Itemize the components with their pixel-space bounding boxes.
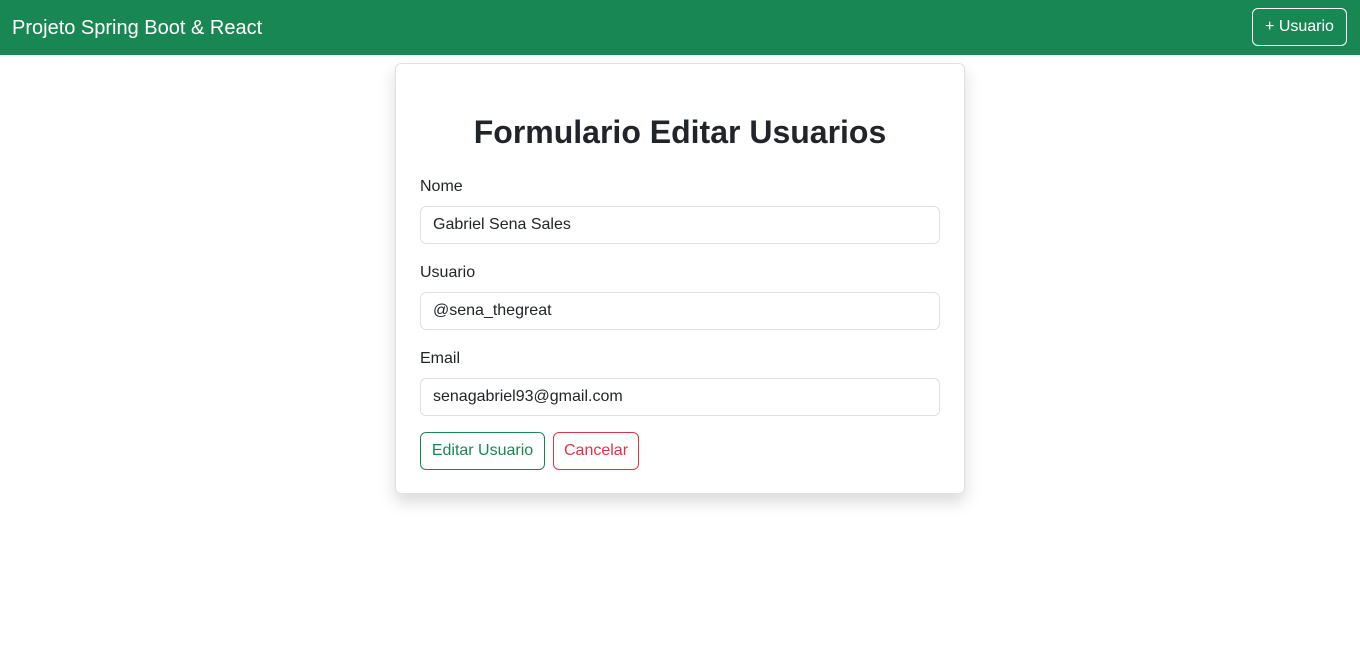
username-input[interactable] [420,292,940,330]
name-input[interactable] [420,206,940,244]
navbar-brand[interactable]: Projeto Spring Boot & React [12,14,262,42]
add-user-button[interactable]: + Usuario [1252,8,1347,46]
form-title: Formulario Editar Usuarios [473,114,887,150]
edit-user-form-card: Formulario Editar Usuarios Nome Usuario … [395,63,965,494]
email-label: Email [420,350,461,367]
cancel-button[interactable]: Cancelar [553,432,639,470]
email-input[interactable] [420,378,940,416]
edit-user-button[interactable]: Editar Usuario [420,432,545,470]
username-label: Usuario [420,264,476,281]
name-label: Nome [420,178,463,195]
navbar: Projeto Spring Boot & React + Usuario [0,0,1360,55]
